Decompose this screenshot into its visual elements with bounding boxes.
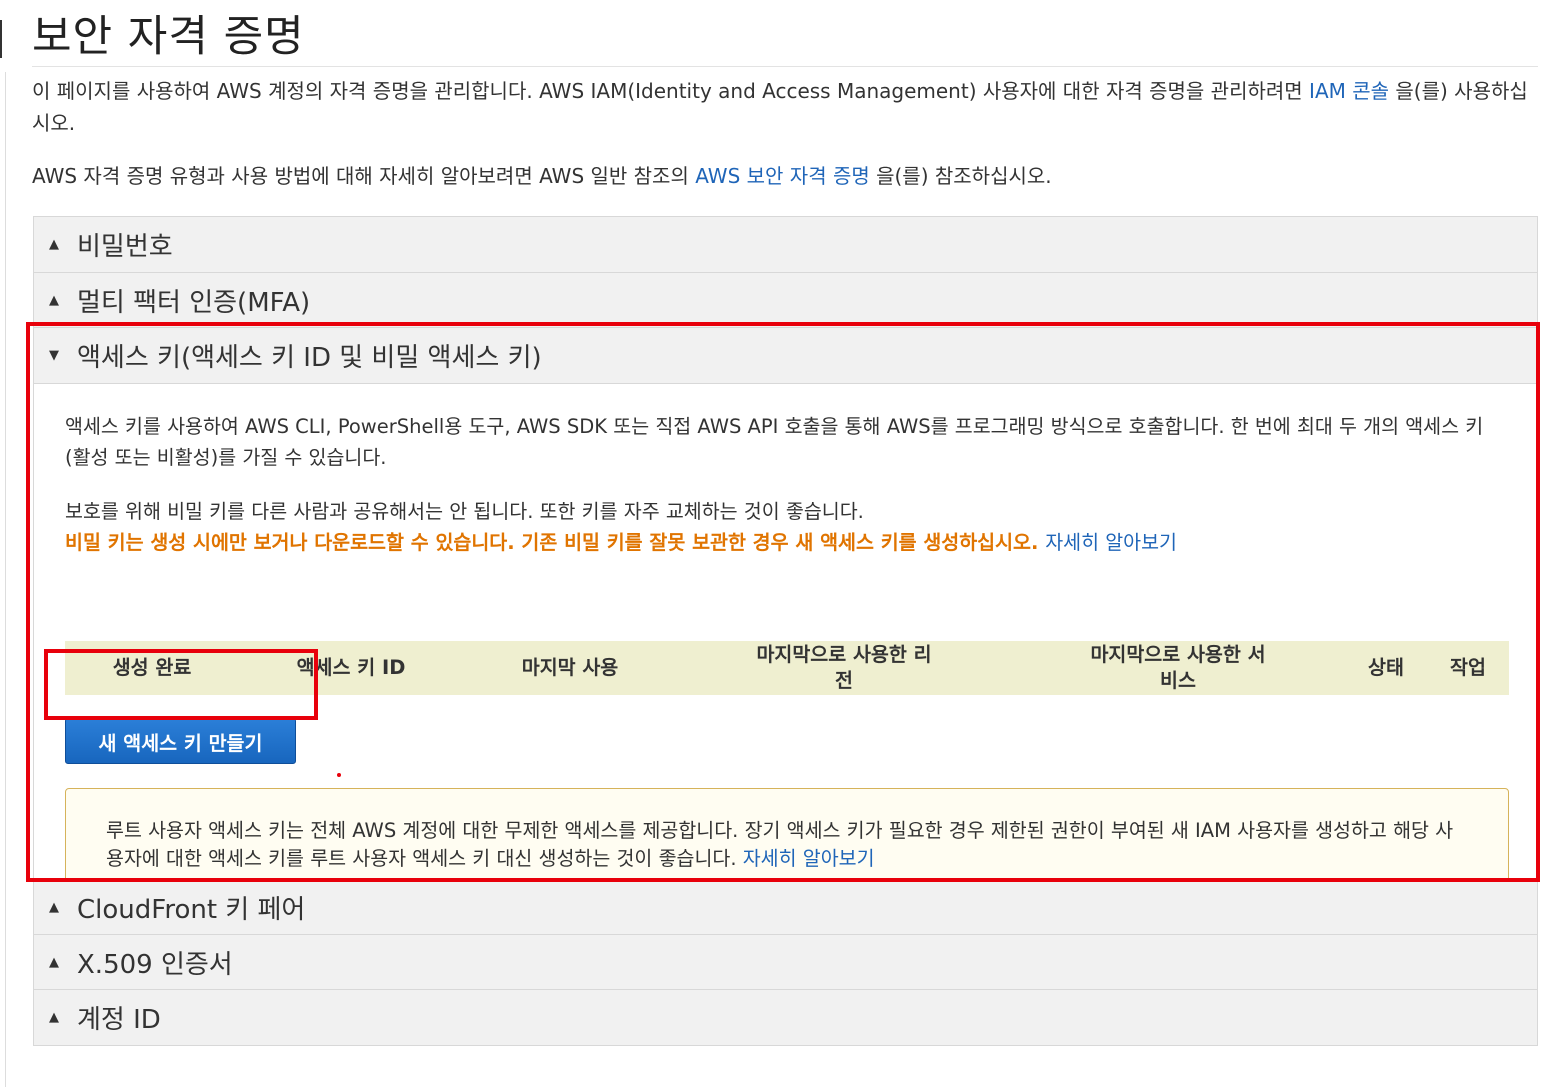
- collapse-triangle-icon: ▲: [49, 955, 59, 970]
- left-bracket: [0, 20, 6, 58]
- intro1-text: 이 페이지를 사용하여 AWS 계정의 자격 증명을 관리합니다. AWS IA…: [32, 79, 1310, 103]
- collapse-triangle-icon: ▲: [49, 1010, 59, 1025]
- expand-triangle-icon: ▼: [49, 348, 59, 363]
- cloudfront-section: ▲ CloudFront 키 페어: [33, 879, 1538, 936]
- learn-more-link[interactable]: 자세히 알아보기: [1045, 531, 1177, 554]
- warning-text: 비밀 키는 생성 시에만 보거나 다운로드할 수 있습니다. 기존 비밀 키를 …: [65, 531, 1039, 554]
- access-keys-section-header[interactable]: ▼ 액세스 키(액세스 키 ID 및 비밀 액세스 키): [33, 327, 1538, 384]
- collapse-triangle-icon: ▲: [49, 292, 59, 308]
- section-label: 멀티 팩터 인증(MFA): [77, 287, 311, 318]
- intro2-suffix: 을(를) 참조하십시오.: [869, 164, 1052, 188]
- account-id-section-header[interactable]: ▲ 계정 ID: [33, 989, 1538, 1046]
- page-title: 보안 자격 증명: [32, 12, 305, 62]
- column-last-region[interactable]: 마지막으로 사용한 리전: [749, 641, 939, 695]
- cloudfront-section-header[interactable]: ▲ CloudFront 키 페어: [33, 879, 1538, 936]
- aws-security-credentials-link[interactable]: AWS 보안 자격 증명: [695, 164, 870, 188]
- x509-section: ▲ X.509 인증서: [33, 934, 1538, 991]
- section-label: 액세스 키(액세스 키 ID 및 비밀 액세스 키): [77, 343, 542, 373]
- section-label: 계정 ID: [77, 1005, 161, 1035]
- mfa-section: ▲ 멀티 팩터 인증(MFA): [33, 272, 1538, 328]
- column-last-used[interactable]: 마지막 사용: [505, 641, 635, 695]
- access-keys-body: 액세스 키를 사용하여 AWS CLI, PowerShell용 도구, AWS…: [33, 384, 1538, 905]
- section-label: CloudFront 키 페어: [77, 895, 306, 925]
- info-learn-more-link[interactable]: 자세히 알아보기: [743, 847, 875, 870]
- column-actions[interactable]: 작업: [1437, 641, 1499, 695]
- account-id-section: ▲ 계정 ID: [33, 989, 1538, 1046]
- access-keys-section: ▼ 액세스 키(액세스 키 ID 및 비밀 액세스 키) 액세스 키를 사용하여…: [33, 327, 1538, 905]
- red-dot-marker: [337, 773, 341, 777]
- column-status[interactable]: 상태: [1355, 641, 1417, 695]
- iam-console-link[interactable]: IAM 콘솔: [1309, 79, 1389, 103]
- access-keys-table-header: 생성 완료 액세스 키 ID 마지막 사용 마지막으로 사용한 리전 마지막으로…: [65, 641, 1509, 695]
- password-section-header[interactable]: ▲ 비밀번호: [33, 216, 1538, 273]
- column-last-service[interactable]: 마지막으로 사용한 서비스: [1083, 641, 1273, 695]
- intro-paragraph-2: AWS 자격 증명 유형과 사용 방법에 대해 자세히 알아보려면 AWS 일반…: [32, 160, 1532, 192]
- left-edge: [0, 0, 8, 1087]
- column-created[interactable]: 생성 완료: [99, 641, 205, 695]
- section-label: X.509 인증서: [77, 950, 233, 980]
- column-access-key-id[interactable]: 액세스 키 ID: [277, 641, 425, 695]
- access-keys-security-note: 보호를 위해 비밀 키를 다른 사람과 공유해서는 안 됩니다. 또한 키를 자…: [65, 500, 864, 523]
- password-section: ▲ 비밀번호: [33, 216, 1538, 273]
- section-label: 비밀번호: [77, 232, 173, 262]
- collapse-triangle-icon: ▲: [49, 900, 59, 915]
- collapse-triangle-icon: ▲: [49, 237, 59, 252]
- access-keys-description: 액세스 키를 사용하여 AWS CLI, PowerShell용 도구, AWS…: [65, 415, 1484, 469]
- mfa-section-header[interactable]: ▲ 멀티 팩터 인증(MFA): [33, 272, 1538, 328]
- left-divider: [5, 72, 6, 1087]
- x509-section-header[interactable]: ▲ X.509 인증서: [33, 934, 1538, 991]
- intro-paragraph-1: 이 페이지를 사용하여 AWS 계정의 자격 증명을 관리합니다. AWS IA…: [32, 75, 1532, 139]
- intro2-text: AWS 자격 증명 유형과 사용 방법에 대해 자세히 알아보려면 AWS 일반…: [32, 164, 696, 188]
- title-divider: [32, 66, 1538, 67]
- create-access-key-button[interactable]: 새 액세스 키 만들기: [65, 718, 296, 764]
- secret-key-warning: 비밀 키는 생성 시에만 보거나 다운로드할 수 있습니다. 기존 비밀 키를 …: [65, 527, 1505, 558]
